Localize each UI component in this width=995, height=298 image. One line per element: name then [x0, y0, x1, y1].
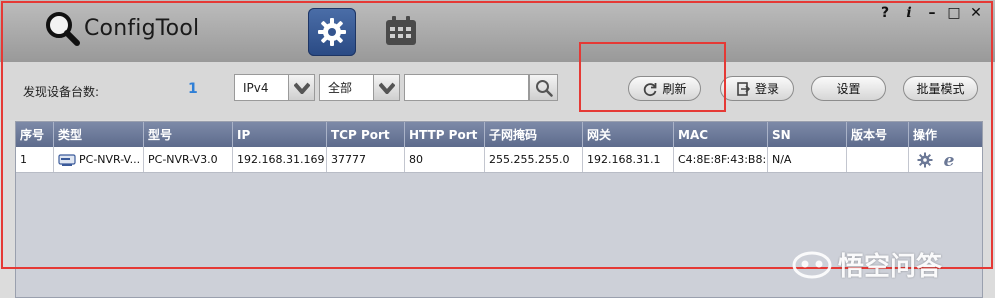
calendar-icon	[386, 16, 416, 45]
cell-model: PC-NVR-V3.0	[144, 147, 233, 172]
column-header[interactable]: TCP Port	[327, 122, 405, 147]
cell-no: 1	[16, 147, 54, 172]
help-button[interactable]: ?	[876, 4, 894, 22]
cell-tcp-port: 37777	[327, 147, 405, 172]
watermark: 悟空问答	[792, 246, 942, 283]
batch-mode-button[interactable]: 批量模式	[903, 76, 978, 101]
column-header[interactable]: HTTP Port	[405, 122, 485, 147]
maximize-button[interactable]: □	[945, 4, 963, 22]
table-row[interactable]: 1 PC-NVR-V... PC-NVR-V3.0 192.168.31.169…	[16, 147, 982, 173]
toolbar: 发现设备台数: 1 IPv4 全部 刷新 登录 设置 批量模式	[0, 62, 995, 120]
column-header[interactable]: 版本号	[847, 122, 909, 147]
batch-mode-label: 批量模式	[916, 82, 965, 96]
cell-sn: N/A	[768, 147, 847, 172]
nav-calendar-tab[interactable]	[381, 13, 421, 49]
column-header[interactable]: SN	[768, 122, 847, 147]
search-input[interactable]	[404, 74, 529, 101]
gear-icon	[318, 18, 346, 46]
app-logo: ConfigTool	[44, 10, 199, 46]
found-devices-label: 发现设备台数:	[23, 85, 100, 99]
app-title: ConfigTool	[84, 15, 200, 41]
nvr-device-icon	[58, 153, 76, 166]
watermark-text: 悟空问答	[838, 252, 943, 282]
column-header[interactable]: MAC	[674, 122, 768, 147]
cell-ip: 192.168.31.169	[233, 147, 327, 172]
found-devices-count: 1	[188, 81, 198, 97]
table-header: 序号 类型 型号 IP TCP Port HTTP Port 子网掩码 网关 M…	[16, 122, 982, 147]
login-icon	[735, 81, 751, 97]
cell-type: PC-NVR-V...	[54, 147, 144, 172]
annotation-refresh-highlight	[579, 42, 726, 112]
settings-button[interactable]: 设置	[811, 76, 886, 101]
ip-version-select[interactable]: IPv4	[234, 74, 315, 101]
search-icon	[535, 79, 553, 97]
settings-label: 设置	[836, 82, 861, 96]
cell-actions: e	[909, 147, 982, 172]
scope-select[interactable]: 全部	[319, 74, 400, 101]
minimize-button[interactable]: –	[923, 4, 941, 22]
column-header[interactable]: 型号	[144, 122, 233, 147]
cell-http-port: 80	[405, 147, 485, 172]
chevron-down-icon[interactable]	[288, 75, 314, 100]
column-header[interactable]: 子网掩码	[485, 122, 583, 147]
search-button[interactable]	[529, 74, 558, 101]
cell-mac: C4:8E:8F:43:B8:...	[674, 147, 768, 172]
title-bar: ConfigTool ? i – □ ✕	[0, 0, 995, 62]
login-label: 登录	[754, 82, 779, 96]
cell-version	[847, 147, 909, 172]
close-button[interactable]: ✕	[967, 4, 985, 22]
nav-settings-tab[interactable]	[308, 8, 356, 56]
chevron-down-icon[interactable]	[373, 75, 399, 100]
scope-value: 全部	[328, 81, 353, 95]
cell-type-text: PC-NVR-V...	[79, 153, 141, 166]
wukong-logo-icon	[792, 251, 832, 278]
ip-version-value: IPv4	[243, 80, 269, 95]
magnifier-logo-icon	[44, 10, 80, 46]
column-header[interactable]: 网关	[583, 122, 674, 147]
web-browser-icon[interactable]: e	[941, 152, 957, 168]
svg-text:e: e	[944, 152, 955, 168]
gear-icon[interactable]	[917, 152, 933, 168]
column-header[interactable]: 序号	[16, 122, 54, 147]
column-header[interactable]: 类型	[54, 122, 144, 147]
cell-subnet-mask: 255.255.255.0	[485, 147, 583, 172]
column-header[interactable]: IP	[233, 122, 327, 147]
login-button[interactable]: 登录	[720, 76, 794, 101]
info-button[interactable]: i	[900, 4, 918, 22]
cell-gateway: 192.168.31.1	[583, 147, 674, 172]
column-header: 操作	[913, 128, 938, 142]
